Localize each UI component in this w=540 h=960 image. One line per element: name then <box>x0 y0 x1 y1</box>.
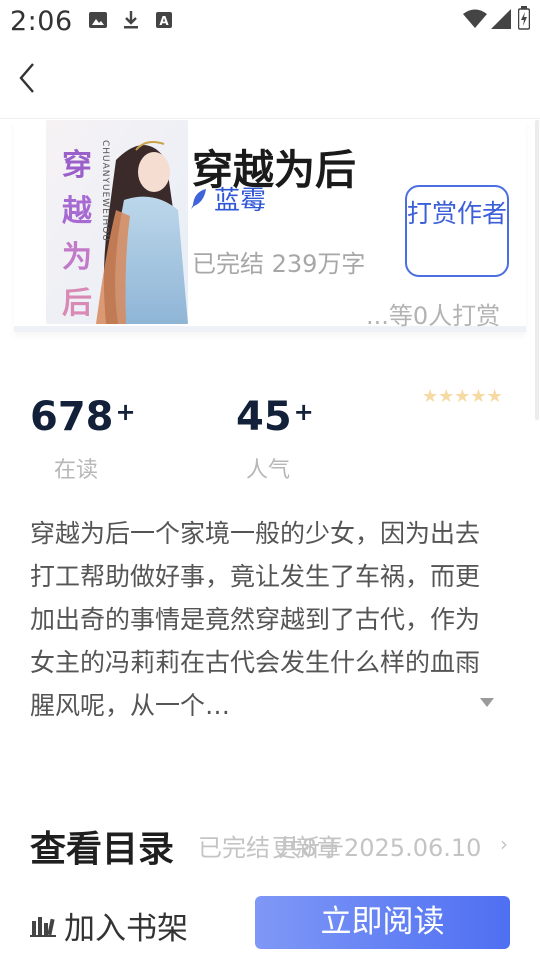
add-to-shelf-label: 加入书架 <box>64 910 188 947</box>
popularity-count-suffix: + <box>293 398 314 426</box>
scroll-indicator <box>535 120 539 420</box>
cover-title-char: 后 <box>62 286 92 321</box>
svg-text:A: A <box>159 14 169 28</box>
book-description[interactable]: 穿越为后一个家境一般的少女，因为出去打工帮助做好事，竟让发生了车祸，而更加出奇的… <box>30 512 500 726</box>
catalog-title: 查看目录 <box>30 829 175 870</box>
signal-icon <box>490 8 512 34</box>
bookshelf-icon <box>30 917 56 937</box>
star-icon: ★ <box>422 386 439 407</box>
battery-icon <box>517 6 531 34</box>
divider <box>0 118 540 119</box>
reading-count: 678+ <box>30 394 136 440</box>
star-icon: ★ <box>438 386 455 407</box>
catalog-update-date: 更新于2025.06.10 <box>272 834 482 862</box>
read-now-button[interactable]: 立即阅读 <box>255 896 510 949</box>
popularity-count: 45+ <box>236 394 314 440</box>
popularity-count-value: 45 <box>236 394 292 440</box>
star-icon: ★ <box>486 386 503 407</box>
cover-title-char: 穿 <box>62 148 92 183</box>
catalog-row[interactable]: 查看目录 已完结 共8章 更新于2025.06.10 › <box>0 816 540 874</box>
back-button[interactable] <box>12 60 42 96</box>
rating-stars: ★ ★ ★ ★ ★ <box>422 388 503 406</box>
expand-description-icon[interactable] <box>480 698 494 707</box>
star-icon: ★ <box>454 386 471 407</box>
reading-label: 在读 <box>54 458 99 483</box>
book-status-words: 已完结 239万字 <box>192 250 366 278</box>
cover-pinyin: CHUANYUEWEIHOU <box>100 140 110 242</box>
reading-count-value: 678 <box>30 394 114 440</box>
chevron-left-icon <box>19 63 34 93</box>
popularity-label: 人气 <box>246 458 291 483</box>
download-icon <box>122 10 140 34</box>
book-cover[interactable]: 穿 越 为 后 CHUANYUEWEIHOU <box>46 120 188 324</box>
author-row[interactable]: 蓝霉 <box>190 180 266 217</box>
add-to-shelf-button[interactable]: 加入书架 <box>30 900 188 950</box>
quill-icon <box>191 188 206 209</box>
cover-title-char: 为 <box>62 240 92 275</box>
star-icon: ★ <box>470 386 487 407</box>
chevron-right-icon: › <box>500 832 508 856</box>
reward-author-button[interactable]: 打赏作者 <box>405 185 509 277</box>
image-icon <box>88 10 108 34</box>
reading-count-suffix: + <box>115 398 136 426</box>
font-a-icon: A <box>154 10 174 34</box>
author-name: 蓝霉 <box>214 186 267 216</box>
reward-count: ...等0人打赏 <box>366 302 501 330</box>
cover-title-char: 越 <box>62 194 92 229</box>
status-time: 2:06 <box>10 6 73 37</box>
wifi-icon <box>462 8 488 34</box>
status-bar: 2:06 A <box>0 0 540 44</box>
